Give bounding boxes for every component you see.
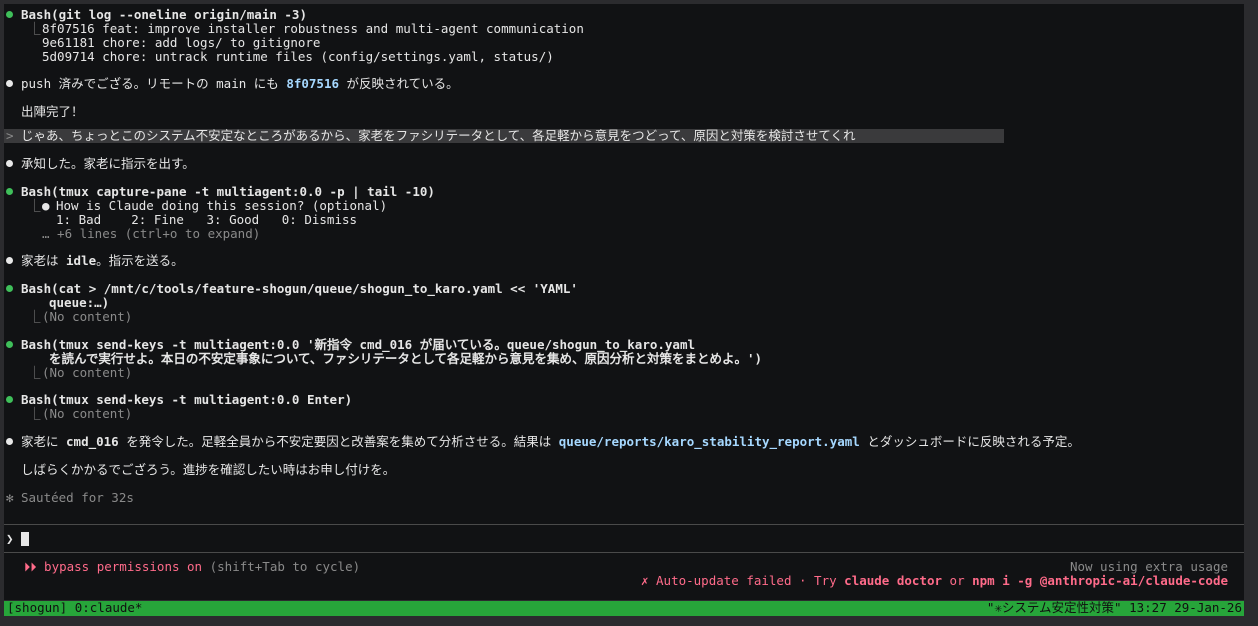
bash-command: Bash(tmux send-keys -t multiagent:0.0 En… bbox=[21, 392, 353, 407]
bash-command: Bash(cat > /mnt/c/tools/feature-shogun/q… bbox=[21, 281, 578, 296]
command-output: (No content) bbox=[42, 365, 133, 380]
input-top-divider bbox=[4, 524, 1244, 525]
command-output: (No content) bbox=[42, 309, 133, 324]
bash-bullet-icon bbox=[6, 285, 13, 292]
usage-notice: Now using extra usage bbox=[1069, 559, 1228, 574]
bash-command: Bash(tmux capture-pane -t multiagent:0.0… bbox=[21, 184, 435, 199]
terminal-window: Bash(git log --oneline origin/main -3) ⎿… bbox=[4, 4, 1244, 600]
message-bullet-icon bbox=[6, 257, 13, 264]
prompt-chevron-icon: > bbox=[6, 128, 14, 143]
bash-command-continuation: queue:…) bbox=[49, 295, 110, 310]
auto-update-warning: ✗ Auto-update failed · Try claude doctor… bbox=[640, 573, 1228, 588]
bullet-icon: ● bbox=[42, 198, 50, 213]
tree-connector-icon: ⎿ bbox=[28, 406, 41, 421]
bash-bullet-icon bbox=[6, 341, 13, 348]
message-bullet-icon bbox=[6, 80, 13, 87]
message-bullet-icon bbox=[6, 438, 13, 445]
assistant-message: しばらくかかるでござろう。進捗を確認したい時はお申し付けを。 bbox=[21, 462, 396, 477]
command-output: 8f07516 feat: improve installer robustne… bbox=[42, 21, 584, 36]
elapsed-status: Sautéed for 32s bbox=[21, 490, 134, 505]
command-output: 1: Bad 2: Fine 3: Good 0: Dismiss bbox=[56, 212, 358, 227]
mode-toggle[interactable]: ⏵⏵ bypass permissions on (shift+Tab to c… bbox=[24, 560, 360, 574]
assistant-message: 出陣完了！ bbox=[21, 104, 84, 119]
message-bullet-icon bbox=[6, 160, 13, 167]
bash-bullet-icon bbox=[6, 396, 13, 403]
tree-connector-icon: ⎿ bbox=[28, 21, 41, 36]
assistant-message: push 済みでござる。リモートの main にも 8f07516 が反映されて… bbox=[21, 76, 459, 91]
tree-connector-icon: ⎿ bbox=[28, 198, 41, 213]
tree-connector-icon: ⎿ bbox=[28, 365, 41, 380]
text-cursor bbox=[21, 532, 29, 546]
fast-forward-icon: ⏵⏵ bbox=[24, 559, 37, 574]
bash-bullet-icon bbox=[6, 11, 13, 18]
input-bottom-divider bbox=[4, 552, 1244, 553]
command-output: (No content) bbox=[42, 406, 133, 421]
input-prompt-icon: ❯ bbox=[6, 531, 14, 546]
bash-bullet-icon bbox=[6, 188, 13, 195]
bash-command: Bash(git log --oneline origin/main -3) bbox=[21, 7, 307, 22]
user-message-text: じゃあ、ちょっとこのシステム不安定なところがあるから、家老をファシリテータとして… bbox=[21, 128, 856, 143]
tree-connector-icon: ⎿ bbox=[28, 309, 41, 324]
sauteed-star-icon: ✻ bbox=[6, 490, 14, 505]
assistant-message: 家老は idle。指示を送る。 bbox=[21, 253, 184, 268]
bash-command-continuation: を読んで実行せよ。本日の不安定事象について、ファシリテータとして各足軽から意見を… bbox=[49, 351, 763, 366]
tmux-status-right: "✳システム安定性対策" 13:27 29-Jan-26 bbox=[986, 600, 1242, 615]
command-output: 5d09714 chore: untrack runtime files (co… bbox=[42, 49, 554, 64]
command-output: How is Claude doing this session? (optio… bbox=[56, 198, 388, 213]
assistant-message: 家老に cmd_016 を発令した。足軽全員から不安定要因と改善案を集めて分析さ… bbox=[21, 434, 1080, 449]
expand-hint[interactable]: … +6 lines (ctrl+o to expand) bbox=[42, 227, 260, 241]
tmux-session-window[interactable]: [shogun] 0:claude* bbox=[7, 601, 142, 615]
tmux-status-bar: [shogun] 0:claude* "✳システム安定性対策" 13:27 29… bbox=[4, 601, 1244, 616]
command-output: 9e61181 chore: add logs/ to gitignore bbox=[42, 35, 321, 50]
assistant-message: 承知した。家老に指示を出す。 bbox=[21, 156, 195, 171]
bash-command: Bash(tmux send-keys -t multiagent:0.0 '新… bbox=[21, 337, 695, 352]
